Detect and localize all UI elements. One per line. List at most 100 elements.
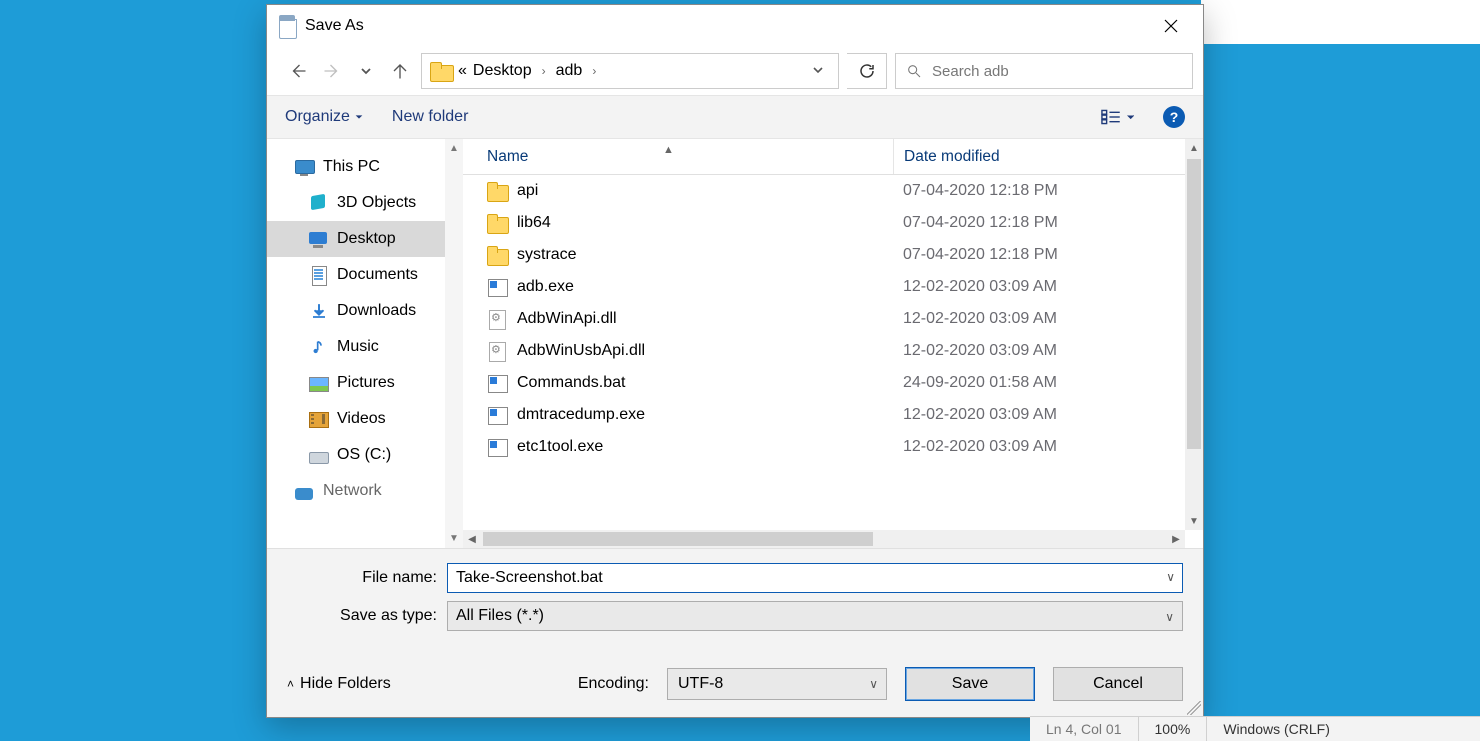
tree-item-label: OS (C:) — [337, 446, 391, 464]
scroll-up-icon[interactable]: ▲ — [1185, 139, 1203, 157]
scroll-down-icon[interactable]: ▼ — [449, 533, 459, 544]
tree-item-documents[interactable]: Documents — [267, 257, 463, 293]
forward-button[interactable] — [319, 57, 345, 85]
file-name-label: File name: — [287, 569, 447, 587]
recent-locations-button[interactable] — [353, 57, 379, 85]
save-as-type-label: Save as type: — [287, 607, 447, 625]
scroll-up-icon[interactable]: ▲ — [449, 143, 459, 154]
cube-icon — [309, 194, 329, 212]
file-name: Commands.bat — [517, 374, 626, 392]
file-date: 12-02-2020 03:09 AM — [893, 310, 1203, 328]
resize-grip[interactable] — [1187, 701, 1201, 715]
folder-icon — [430, 62, 452, 80]
hide-folders-button[interactable]: ˄ Hide Folders — [287, 675, 391, 693]
organize-button[interactable]: Organize — [285, 108, 364, 126]
arrow-left-icon — [289, 62, 307, 80]
refresh-icon — [858, 62, 876, 80]
scroll-left-icon[interactable]: ◀ — [463, 530, 481, 548]
status-eol: Windows (CRLF) — [1206, 717, 1480, 741]
tree-item-os-c-[interactable]: OS (C:) — [267, 437, 463, 473]
scroll-right-icon[interactable]: ▶ — [1167, 530, 1185, 548]
breadcrumb-prefix: « — [458, 62, 467, 80]
file-name: api — [517, 182, 538, 200]
file-name: lib64 — [517, 214, 551, 232]
view-options-button[interactable] — [1101, 103, 1135, 131]
tree-item-label: This PC — [323, 158, 380, 176]
tree-item-videos[interactable]: Videos — [267, 401, 463, 437]
pc-icon — [295, 158, 315, 176]
tree-item-desktop[interactable]: Desktop — [267, 221, 463, 257]
up-button[interactable] — [387, 57, 413, 85]
help-button[interactable]: ? — [1163, 106, 1185, 128]
monitor-icon — [309, 230, 329, 248]
refresh-button[interactable] — [847, 53, 887, 89]
tree-item-downloads[interactable]: Downloads — [267, 293, 463, 329]
tree-item-music[interactable]: Music — [267, 329, 463, 365]
file-row[interactable]: Commands.bat24-09-2020 01:58 AM — [463, 367, 1203, 399]
breadcrumb-part-1[interactable]: adb — [556, 62, 583, 80]
tree-item-pictures[interactable]: Pictures — [267, 365, 463, 401]
back-button[interactable] — [285, 57, 311, 85]
arrow-right-icon — [323, 62, 341, 80]
file-row[interactable]: dmtracedump.exe12-02-2020 03:09 AM — [463, 399, 1203, 431]
scrollbar-thumb[interactable] — [1187, 159, 1201, 449]
bottom-bar: ˄ Hide Folders Encoding: UTF-8 ∨ Save Ca… — [267, 649, 1203, 717]
scrollbar-thumb[interactable] — [483, 532, 873, 546]
new-folder-button[interactable]: New folder — [392, 108, 468, 126]
encoding-label: Encoding: — [578, 675, 649, 693]
file-row[interactable]: AdbWinApi.dll12-02-2020 03:09 AM — [463, 303, 1203, 335]
status-bar: Ln 4, Col 01 100% Windows (CRLF) — [1030, 716, 1480, 741]
chevron-down-icon — [360, 65, 372, 77]
file-icon — [487, 406, 507, 424]
breadcrumb-part-0[interactable]: Desktop — [473, 62, 532, 80]
tree-scrollbar[interactable]: ▲ ▼ — [445, 139, 463, 548]
save-button[interactable]: Save — [905, 667, 1035, 701]
file-row[interactable]: lib6407-04-2020 12:18 PM — [463, 207, 1203, 239]
chevron-down-icon — [812, 64, 824, 76]
scroll-down-icon[interactable]: ▼ — [1185, 512, 1203, 530]
tree-item-network[interactable]: Network — [267, 473, 463, 509]
toolbar: Organize New folder ? — [267, 95, 1203, 139]
save-as-type-select[interactable]: All Files (*.*) ∨ — [447, 601, 1183, 631]
chevron-right-icon[interactable]: › — [538, 64, 550, 78]
file-date: 07-04-2020 12:18 PM — [893, 182, 1203, 200]
titlebar-left: Save As — [277, 15, 364, 37]
chevron-right-icon[interactable]: › — [588, 64, 600, 78]
file-name-dropdown[interactable]: ∨ — [1166, 570, 1175, 584]
cancel-button[interactable]: Cancel — [1053, 667, 1183, 701]
close-button[interactable] — [1149, 10, 1193, 42]
file-date: 12-02-2020 03:09 AM — [893, 438, 1203, 456]
file-row[interactable]: systrace07-04-2020 12:18 PM — [463, 239, 1203, 271]
address-dropdown[interactable] — [802, 63, 834, 80]
file-row[interactable]: etc1tool.exe 12-02-2020 03:09 AM — [463, 431, 1203, 463]
chevron-down-icon: ∨ — [1165, 610, 1174, 624]
file-date: 12-02-2020 03:09 AM — [893, 406, 1203, 424]
search-placeholder: Search adb — [932, 63, 1009, 80]
file-name-input[interactable] — [447, 563, 1183, 593]
tree-item-label: 3D Objects — [337, 194, 416, 212]
file-row[interactable]: api 07-04-2020 12:18 PM — [463, 175, 1203, 207]
column-header-date[interactable]: Date modified — [893, 139, 1203, 174]
list-horizontal-scrollbar[interactable]: ◀ ▶ — [463, 530, 1185, 548]
list-vertical-scrollbar[interactable]: ▲ ▼ — [1185, 139, 1203, 530]
search-box[interactable]: Search adb — [895, 53, 1193, 89]
file-date: 07-04-2020 12:18 PM — [893, 246, 1203, 264]
file-date: 12-02-2020 03:09 AM — [893, 278, 1203, 296]
file-row[interactable]: AdbWinUsbApi.dll12-02-2020 03:09 AM — [463, 335, 1203, 367]
dialog-title: Save As — [305, 17, 364, 35]
tree-item-label: Videos — [337, 410, 386, 428]
address-bar[interactable]: « Desktop › adb › — [421, 53, 839, 89]
tree-item-this-pc[interactable]: This PC — [267, 149, 463, 185]
net-icon — [295, 482, 315, 500]
caret-down-icon — [354, 112, 364, 122]
notepad-icon — [277, 15, 297, 37]
folder-icon — [487, 214, 507, 232]
file-row[interactable]: adb.exe12-02-2020 03:09 AM — [463, 271, 1203, 303]
tree-item-3d-objects[interactable]: 3D Objects — [267, 185, 463, 221]
tree-item-label: Downloads — [337, 302, 416, 320]
column-header-name[interactable]: Name ▲ — [463, 148, 893, 166]
encoding-select[interactable]: UTF-8 ∨ — [667, 668, 887, 700]
file-name: etc1tool.exe — [517, 438, 603, 456]
list-header: Name ▲ Date modified — [463, 139, 1203, 175]
video-icon — [309, 410, 329, 428]
